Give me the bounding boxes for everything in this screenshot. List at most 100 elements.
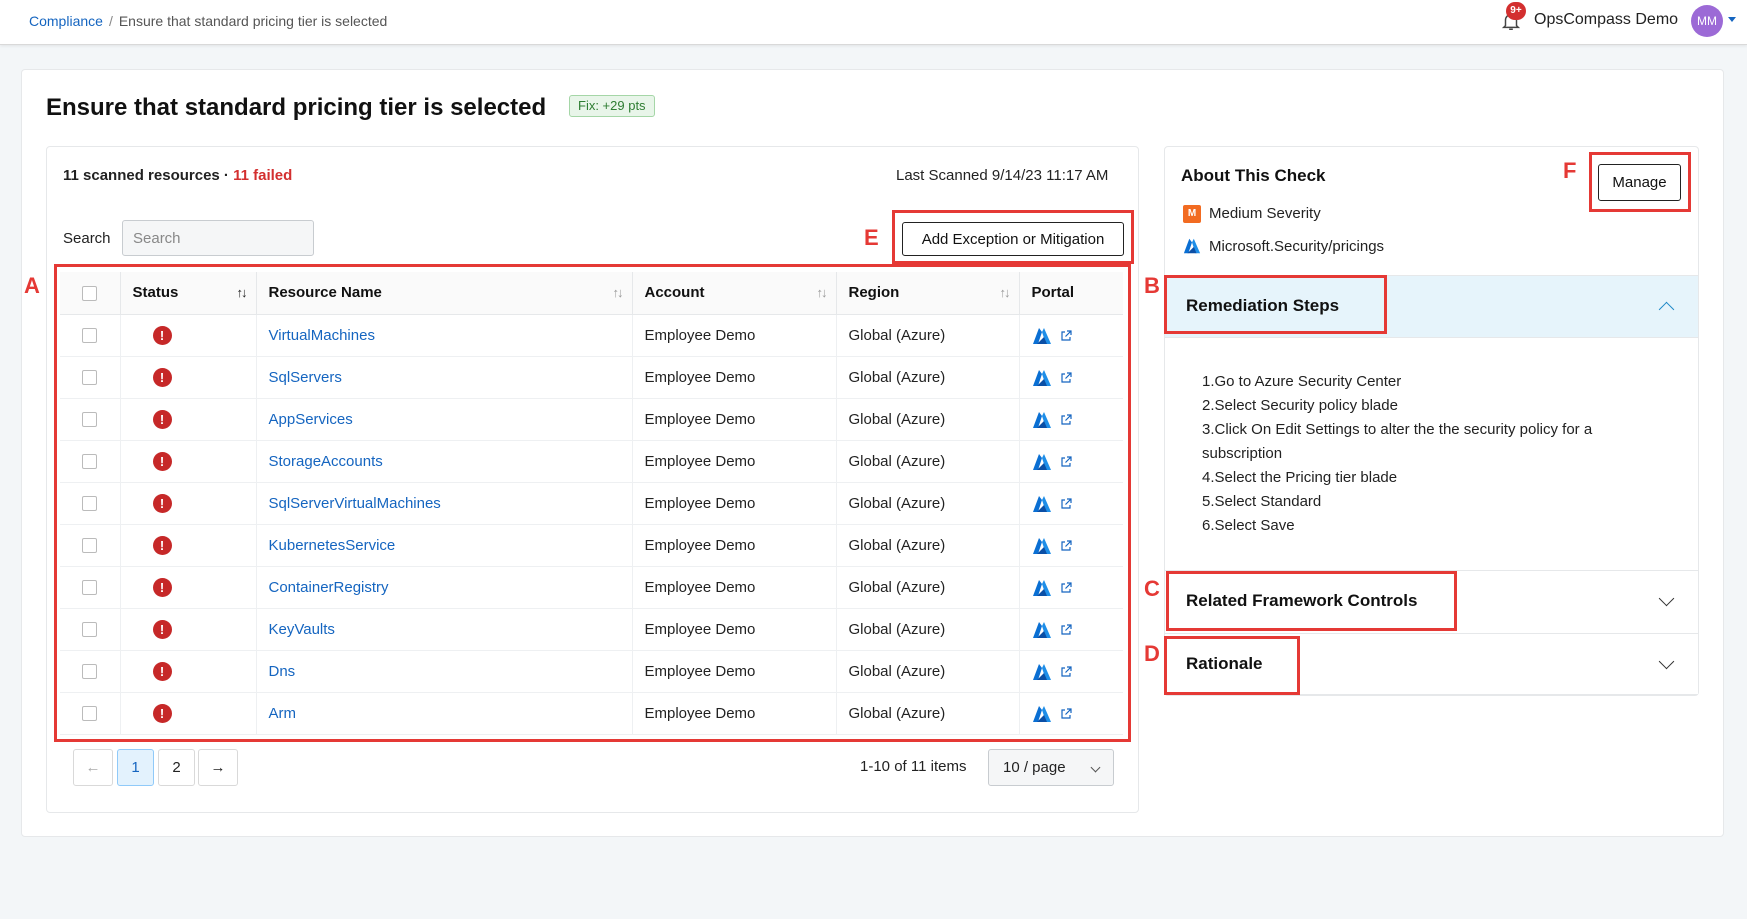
resource-name-link[interactable]: ContainerRegistry (269, 579, 389, 596)
remediation-step: 2.Select Security policy blade (1202, 397, 1398, 414)
chevron-down-icon[interactable] (1658, 590, 1675, 607)
row-checkbox[interactable] (82, 622, 97, 638)
portal-cell (1018, 440, 1123, 483)
external-link-icon[interactable] (1060, 455, 1072, 468)
resource-name-cell: StorageAccounts (255, 440, 632, 483)
row-checkbox[interactable] (82, 370, 97, 386)
select-all-checkbox[interactable] (82, 285, 97, 301)
annotation-label-c: C (1144, 576, 1160, 601)
external-link-icon[interactable] (1060, 497, 1072, 510)
accordion-remediation-steps[interactable]: Remediation Steps (1165, 275, 1698, 337)
row-checkbox[interactable] (82, 580, 97, 596)
azure-icon[interactable] (1032, 663, 1052, 680)
external-link-icon[interactable] (1060, 539, 1072, 552)
sort-icon[interactable]: ↑↓ (1000, 285, 1011, 300)
resource-name-link[interactable]: AppServices (269, 411, 353, 428)
resource-name-link[interactable]: SqlServers (269, 369, 342, 386)
row-checkbox[interactable] (82, 664, 97, 680)
annotation-label-b: B (1144, 273, 1160, 298)
external-link-icon[interactable] (1060, 665, 1072, 678)
row-select-cell (60, 692, 120, 735)
page-size-value: 10 / page (1003, 759, 1066, 776)
manage-button[interactable]: Manage (1598, 164, 1681, 201)
account-cell: Employee Demo (631, 650, 836, 693)
caret-down-icon[interactable] (1728, 17, 1736, 22)
external-link-icon[interactable] (1060, 707, 1072, 720)
resource-name-link[interactable]: VirtualMachines (269, 327, 375, 344)
external-link-icon[interactable] (1060, 413, 1072, 426)
portal-cell (1018, 692, 1123, 735)
column-header-status[interactable]: Status ↑↓ (119, 272, 256, 315)
column-header-region[interactable]: Region ↑↓ (835, 272, 1019, 315)
region-cell: Global (Azure) (835, 566, 1019, 609)
resource-name-link[interactable]: Dns (269, 663, 296, 680)
remediation-step: 5.Select Standard (1202, 493, 1322, 510)
azure-icon[interactable] (1032, 495, 1052, 512)
failed-status-icon: ! (152, 619, 172, 639)
azure-icon[interactable] (1032, 369, 1052, 386)
failed-status-icon: ! (152, 535, 172, 555)
external-link-icon[interactable] (1060, 581, 1072, 594)
chevron-down-icon[interactable] (1658, 653, 1675, 670)
resource-name-link[interactable]: KeyVaults (269, 621, 335, 638)
row-checkbox[interactable] (82, 538, 97, 554)
resource-name-link[interactable]: StorageAccounts (269, 453, 383, 470)
pagination-page-1[interactable]: 1 (117, 749, 154, 786)
column-header-resource-name[interactable]: Resource Name ↑↓ (255, 272, 632, 315)
azure-icon[interactable] (1032, 327, 1052, 344)
breadcrumb: Compliance / Ensure that standard pricing … (29, 13, 387, 29)
last-scanned: Last Scanned 9/14/23 11:17 AM (896, 167, 1109, 184)
org-name[interactable]: OpsCompass Demo (1534, 11, 1678, 29)
row-select-cell (60, 608, 120, 651)
row-select-cell (60, 356, 120, 399)
pagination-prev-button[interactable]: ← (73, 749, 113, 786)
azure-icon[interactable] (1032, 579, 1052, 596)
azure-icon[interactable] (1032, 453, 1052, 470)
table-row: ! KubernetesService Employee Demo Global… (60, 524, 1123, 567)
accordion-related-framework-controls[interactable]: Related Framework Controls (1165, 570, 1698, 632)
status-cell: ! (119, 314, 256, 357)
pagination-next-button[interactable]: → (198, 749, 238, 786)
sort-icon[interactable]: ↑↓ (613, 285, 624, 300)
column-header-account[interactable]: Account ↑↓ (631, 272, 836, 315)
azure-icon[interactable] (1032, 411, 1052, 428)
provider-text: Microsoft.Security/pricings (1209, 238, 1385, 255)
search-input[interactable] (122, 220, 314, 256)
resource-name-cell: SqlServers (255, 356, 632, 399)
resource-name-link[interactable]: Arm (269, 705, 297, 722)
resource-name-link[interactable]: SqlServerVirtualMachines (269, 495, 441, 512)
azure-icon[interactable] (1032, 621, 1052, 638)
failed-status-icon: ! (152, 703, 172, 723)
external-link-icon[interactable] (1060, 371, 1072, 384)
row-checkbox[interactable] (82, 412, 97, 428)
table-row: ! KeyVaults Employee Demo Global (Azure) (60, 608, 1123, 651)
row-checkbox[interactable] (82, 328, 97, 344)
annotation-label-d: D (1144, 641, 1160, 666)
external-link-icon[interactable] (1060, 623, 1072, 636)
azure-icon[interactable] (1032, 705, 1052, 722)
resource-name-link[interactable]: KubernetesService (269, 537, 396, 554)
add-exception-button[interactable]: Add Exception or Mitigation (902, 222, 1124, 256)
pagination-page-2[interactable]: 2 (158, 749, 195, 786)
breadcrumb-compliance-link[interactable]: Compliance (29, 13, 103, 29)
page-size-select[interactable]: 10 / page (988, 749, 1114, 786)
azure-icon[interactable] (1032, 537, 1052, 554)
table-row: ! StorageAccounts Employee Demo Global (… (60, 440, 1123, 483)
account-cell: Employee Demo (631, 692, 836, 735)
chevron-up-icon[interactable] (1658, 301, 1675, 318)
row-select-cell (60, 650, 120, 693)
row-checkbox[interactable] (82, 496, 97, 512)
sort-icon[interactable]: ↑↓ (817, 285, 828, 300)
row-checkbox[interactable] (82, 454, 97, 470)
accordion-rationale[interactable]: Rationale (1165, 633, 1698, 695)
status-cell: ! (119, 356, 256, 399)
notification-badge: 9+ (1506, 2, 1526, 20)
avatar[interactable]: MM (1691, 5, 1723, 37)
row-select-cell (60, 440, 120, 483)
row-checkbox[interactable] (82, 706, 97, 722)
portal-cell (1018, 314, 1123, 357)
external-link-icon[interactable] (1060, 329, 1072, 342)
sort-icon[interactable]: ↑↓ (237, 285, 248, 300)
resource-name-cell: ContainerRegistry (255, 566, 632, 609)
annotation-label-e: E (864, 225, 879, 250)
